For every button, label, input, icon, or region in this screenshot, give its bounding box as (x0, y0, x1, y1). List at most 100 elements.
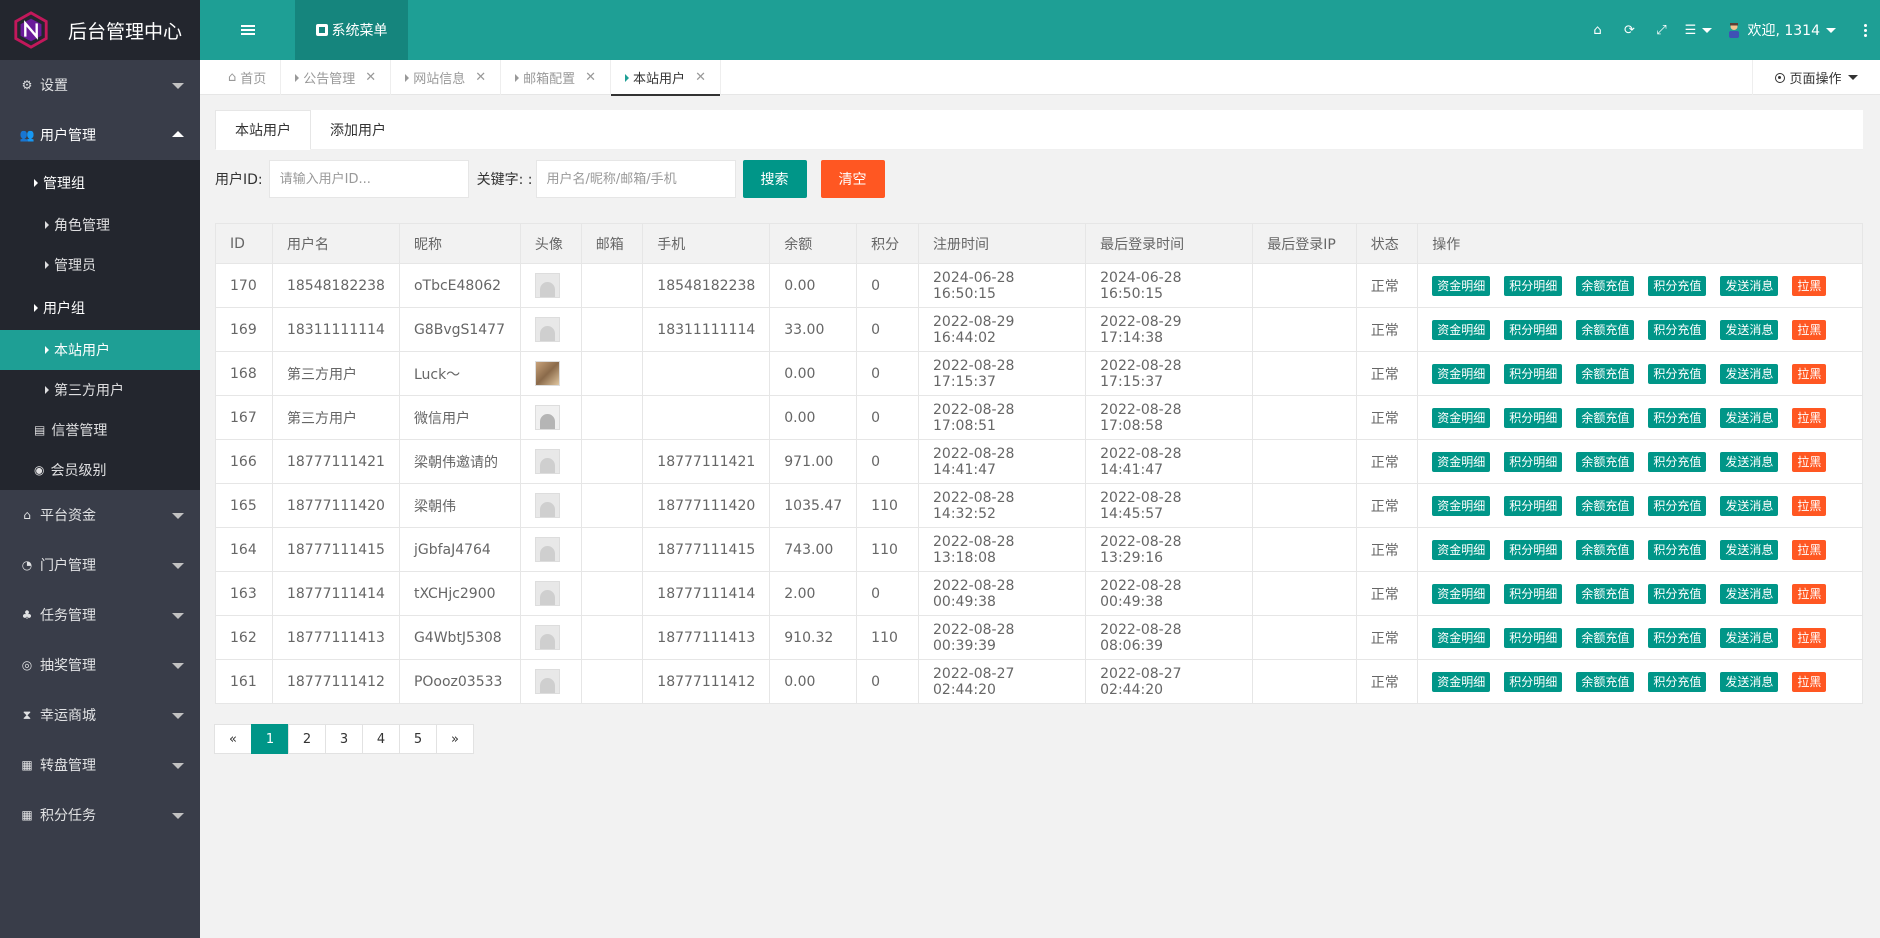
fund-details-button[interactable]: 资金明细 (1432, 627, 1491, 648)
sidebar-item-third-party-users[interactable]: 第三方用户 (0, 370, 200, 410)
sidebar-item-platform-funds[interactable]: ⌂ 平台资金 (0, 490, 200, 540)
points-recharge-button[interactable]: 积分充值 (1648, 627, 1707, 648)
refresh-button[interactable]: ⟳ (1613, 0, 1645, 60)
tab-announcement[interactable]: 公告管理 ✕ (281, 60, 392, 95)
sidebar-item-admin-group[interactable]: 管理组 (0, 160, 200, 205)
points-recharge-button[interactable]: 积分充值 (1648, 407, 1707, 428)
fullscreen-button[interactable]: ⤢ (1645, 0, 1677, 60)
points-recharge-button[interactable]: 积分充值 (1648, 319, 1707, 340)
points-recharge-button[interactable]: 积分充值 (1648, 495, 1707, 516)
send-message-button[interactable]: 发送消息 (1720, 407, 1779, 428)
sidebar-item-role-management[interactable]: 角色管理 (0, 205, 200, 245)
fund-details-button[interactable]: 资金明细 (1432, 451, 1491, 472)
balance-recharge-button[interactable]: 余额充值 (1576, 539, 1635, 560)
fund-details-button[interactable]: 资金明细 (1432, 363, 1491, 384)
system-menu-button[interactable]: 系统菜单 (295, 0, 408, 60)
blacklist-button[interactable]: 拉黑 (1792, 627, 1827, 648)
tab-home[interactable]: ⌂ 首页 (214, 60, 282, 95)
blacklist-button[interactable]: 拉黑 (1792, 275, 1827, 296)
send-message-button[interactable]: 发送消息 (1720, 627, 1779, 648)
tab-site-info[interactable]: 网站信息 ✕ (391, 60, 502, 95)
balance-recharge-button[interactable]: 余额充值 (1576, 627, 1635, 648)
balance-recharge-button[interactable]: 余额充值 (1576, 363, 1635, 384)
blacklist-button[interactable]: 拉黑 (1792, 407, 1827, 428)
fund-details-button[interactable]: 资金明细 (1432, 319, 1491, 340)
fund-details-button[interactable]: 资金明细 (1432, 407, 1491, 428)
points-details-button[interactable]: 积分明细 (1504, 275, 1563, 296)
balance-recharge-button[interactable]: 余额充值 (1576, 319, 1635, 340)
page-button-5[interactable]: 5 (399, 724, 437, 754)
send-message-button[interactable]: 发送消息 (1720, 363, 1779, 384)
sidebar-item-lucky-mall[interactable]: ⧗ 幸运商城 (0, 690, 200, 740)
points-details-button[interactable]: 积分明细 (1504, 407, 1563, 428)
sidebar-item-credit-management[interactable]: ▤ 信誉管理 (0, 410, 200, 450)
prev-page-button[interactable]: « (214, 724, 252, 754)
more-button[interactable] (1850, 23, 1880, 37)
blacklist-button[interactable]: 拉黑 (1792, 671, 1827, 692)
page-operations-button[interactable]: 页面操作 (1752, 60, 1880, 95)
page-button-2[interactable]: 2 (288, 724, 326, 754)
user-avatar-image[interactable] (534, 537, 560, 562)
send-message-button[interactable]: 发送消息 (1720, 275, 1779, 296)
blacklist-button[interactable]: 拉黑 (1792, 363, 1827, 384)
sidebar-item-site-users[interactable]: 本站用户 (0, 330, 200, 370)
balance-recharge-button[interactable]: 余额充值 (1576, 495, 1635, 516)
menu-toggle-button[interactable] (200, 0, 296, 60)
page-button-1[interactable]: 1 (251, 724, 289, 754)
close-icon[interactable]: ✕ (695, 70, 706, 85)
user-avatar-image[interactable] (534, 405, 560, 430)
fund-details-button[interactable]: 资金明细 (1432, 583, 1491, 604)
home-button[interactable]: ⌂ (1581, 0, 1613, 60)
points-details-button[interactable]: 积分明细 (1504, 363, 1563, 384)
send-message-button[interactable]: 发送消息 (1720, 583, 1779, 604)
close-icon[interactable]: ✕ (585, 70, 596, 85)
balance-recharge-button[interactable]: 余额充值 (1576, 451, 1635, 472)
points-details-button[interactable]: 积分明细 (1504, 451, 1563, 472)
sidebar-item-portal-management[interactable]: ◔ 门户管理 (0, 540, 200, 590)
fund-details-button[interactable]: 资金明细 (1432, 539, 1491, 560)
tab-add-user[interactable]: 添加用户 (311, 110, 405, 150)
user-avatar-image[interactable] (534, 317, 560, 342)
sidebar-item-points-task[interactable]: ▦ 积分任务 (0, 790, 200, 840)
user-avatar-image[interactable] (534, 361, 560, 386)
sidebar-item-lottery-management[interactable]: ◎ 抽奖管理 (0, 640, 200, 690)
blacklist-button[interactable]: 拉黑 (1792, 539, 1827, 560)
blacklist-button[interactable]: 拉黑 (1792, 495, 1827, 516)
keyword-input[interactable] (535, 160, 736, 198)
user-menu[interactable]: 欢迎, 1314 (1727, 20, 1836, 40)
points-details-button[interactable]: 积分明细 (1504, 627, 1563, 648)
points-recharge-button[interactable]: 积分充值 (1648, 583, 1707, 604)
fund-details-button[interactable]: 资金明细 (1432, 671, 1491, 692)
search-button[interactable]: 搜索 (742, 160, 807, 198)
blacklist-button[interactable]: 拉黑 (1792, 319, 1827, 340)
balance-recharge-button[interactable]: 余额充值 (1576, 671, 1635, 692)
balance-recharge-button[interactable]: 余额充值 (1576, 275, 1635, 296)
points-recharge-button[interactable]: 积分充值 (1648, 363, 1707, 384)
page-button-4[interactable]: 4 (362, 724, 400, 754)
list-menu-button[interactable]: ☰ (1677, 0, 1719, 60)
send-message-button[interactable]: 发送消息 (1720, 451, 1779, 472)
points-details-button[interactable]: 积分明细 (1504, 495, 1563, 516)
user-avatar-image[interactable] (534, 625, 560, 650)
fund-details-button[interactable]: 资金明细 (1432, 275, 1491, 296)
points-details-button[interactable]: 积分明细 (1504, 671, 1563, 692)
tab-site-users[interactable]: 本站用户 ✕ (611, 60, 721, 96)
points-details-button[interactable]: 积分明细 (1504, 319, 1563, 340)
sidebar-item-task-management[interactable]: ♣ 任务管理 (0, 590, 200, 640)
page-button-3[interactable]: 3 (325, 724, 363, 754)
points-recharge-button[interactable]: 积分充值 (1648, 275, 1707, 296)
next-page-button[interactable]: » (436, 724, 474, 754)
points-recharge-button[interactable]: 积分充值 (1648, 671, 1707, 692)
send-message-button[interactable]: 发送消息 (1720, 539, 1779, 560)
tab-user-list[interactable]: 本站用户 (215, 110, 311, 150)
sidebar-item-member-level[interactable]: ◉ 会员级别 (0, 450, 200, 490)
close-icon[interactable]: ✕ (475, 70, 486, 85)
user-avatar-image[interactable] (534, 273, 560, 298)
balance-recharge-button[interactable]: 余额充值 (1576, 407, 1635, 428)
points-details-button[interactable]: 积分明细 (1504, 583, 1563, 604)
user-avatar-image[interactable] (534, 449, 560, 474)
sidebar-item-user-group[interactable]: 用户组 (0, 285, 200, 330)
points-recharge-button[interactable]: 积分充值 (1648, 539, 1707, 560)
send-message-button[interactable]: 发送消息 (1720, 671, 1779, 692)
user-avatar-image[interactable] (534, 493, 560, 518)
